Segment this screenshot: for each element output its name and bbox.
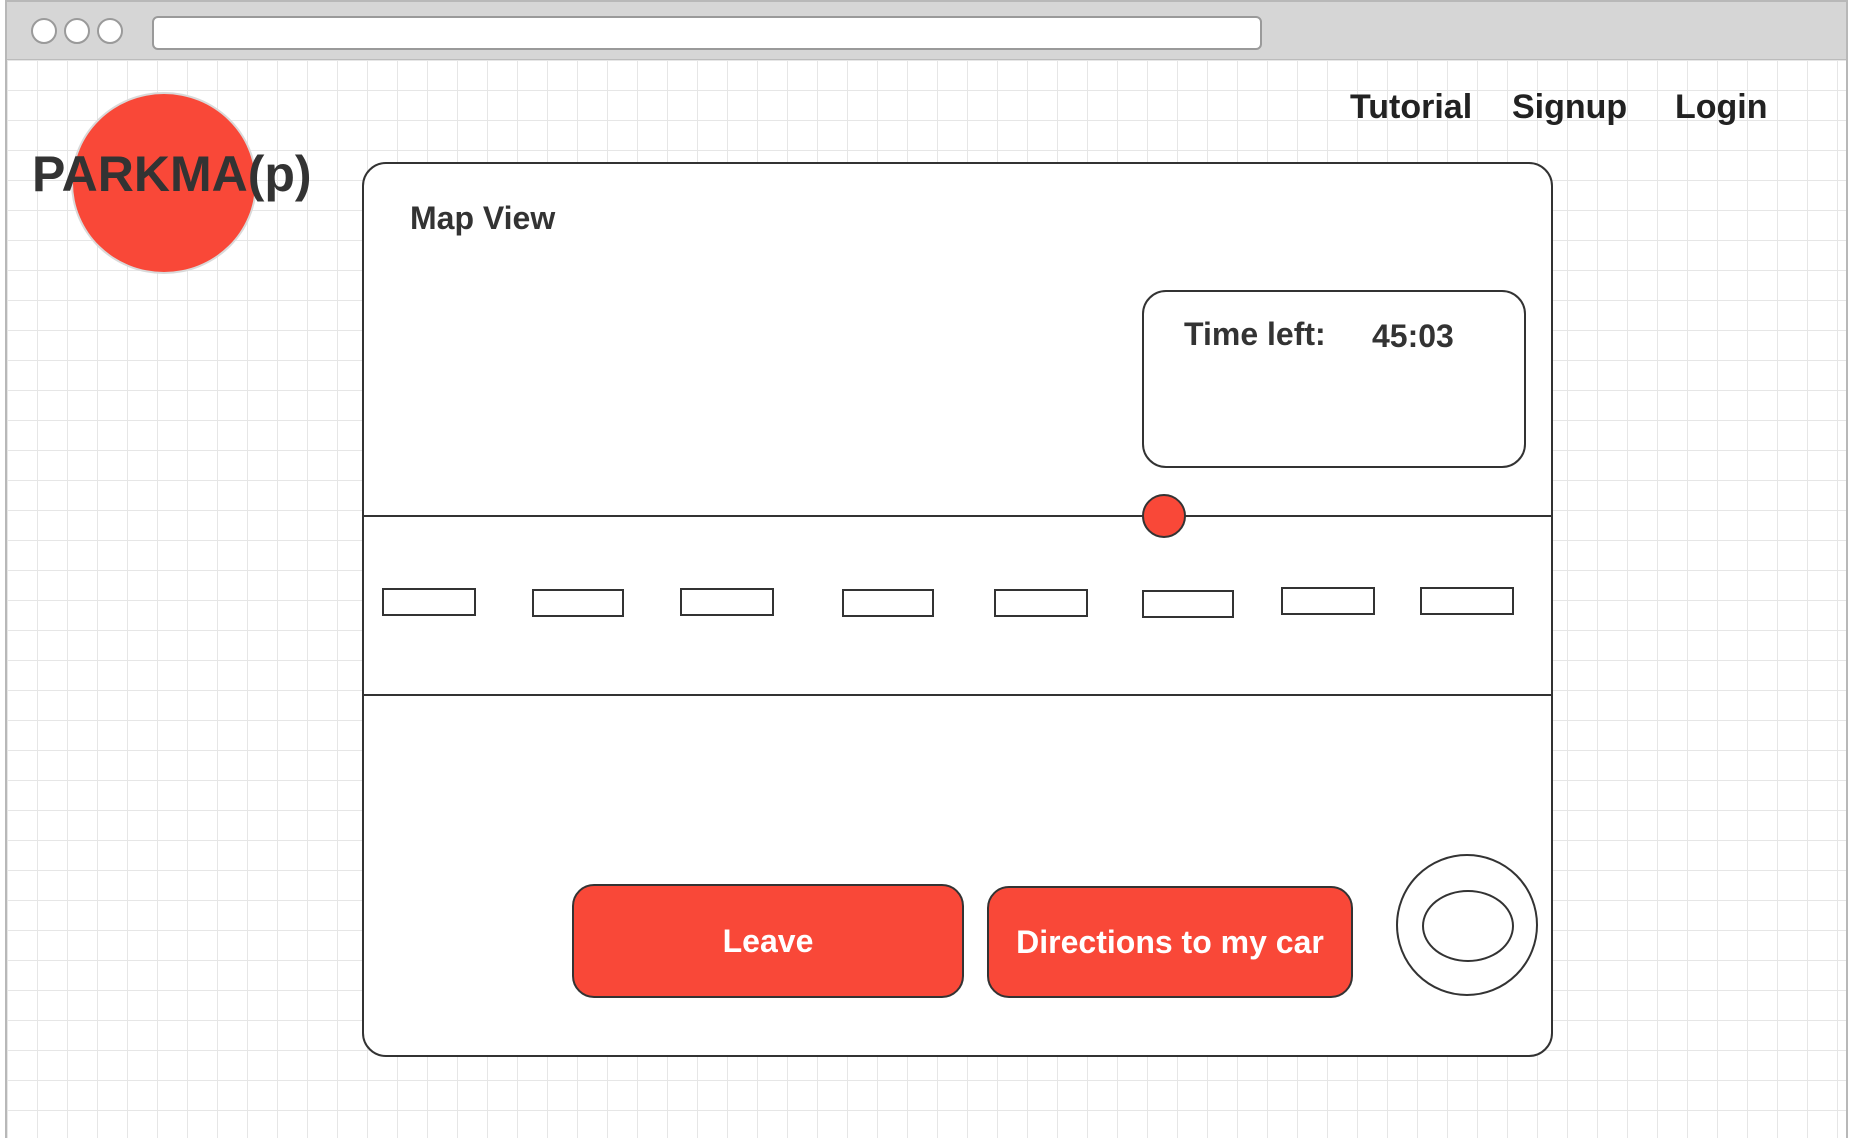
logo[interactable]: PARKMA(p) bbox=[32, 145, 312, 203]
directions-button[interactable]: Directions to my car bbox=[987, 886, 1353, 998]
parking-slot[interactable] bbox=[680, 588, 774, 616]
timer-value: 45:03 bbox=[1372, 318, 1454, 354]
road-edge-top bbox=[364, 515, 1551, 517]
parking-slot[interactable] bbox=[1420, 587, 1514, 615]
parking-slot[interactable] bbox=[532, 589, 624, 617]
window-dot-icon[interactable] bbox=[97, 18, 123, 44]
leave-button[interactable]: Leave bbox=[572, 884, 964, 998]
nav-login[interactable]: Login bbox=[1675, 88, 1768, 127]
nav-tutorial[interactable]: Tutorial bbox=[1350, 88, 1472, 127]
window-dot-icon[interactable] bbox=[64, 18, 90, 44]
timer-label: Time left: bbox=[1184, 316, 1326, 352]
road-edge-bottom bbox=[364, 694, 1551, 696]
map-title: Map View bbox=[410, 200, 556, 236]
address-bar[interactable] bbox=[152, 16, 1262, 50]
nav-signup[interactable]: Signup bbox=[1512, 88, 1627, 127]
locate-button-icon[interactable] bbox=[1396, 854, 1538, 996]
locate-inner-ring bbox=[1422, 890, 1514, 962]
window-dot-icon[interactable] bbox=[31, 18, 57, 44]
parking-slot[interactable] bbox=[382, 588, 476, 616]
parking-slot[interactable] bbox=[1281, 587, 1375, 615]
parking-slot[interactable] bbox=[994, 589, 1088, 617]
parking-slot[interactable] bbox=[842, 589, 934, 617]
parking-slot[interactable] bbox=[1142, 590, 1234, 618]
location-marker-icon[interactable] bbox=[1142, 494, 1186, 538]
browser-chrome bbox=[7, 2, 1846, 60]
